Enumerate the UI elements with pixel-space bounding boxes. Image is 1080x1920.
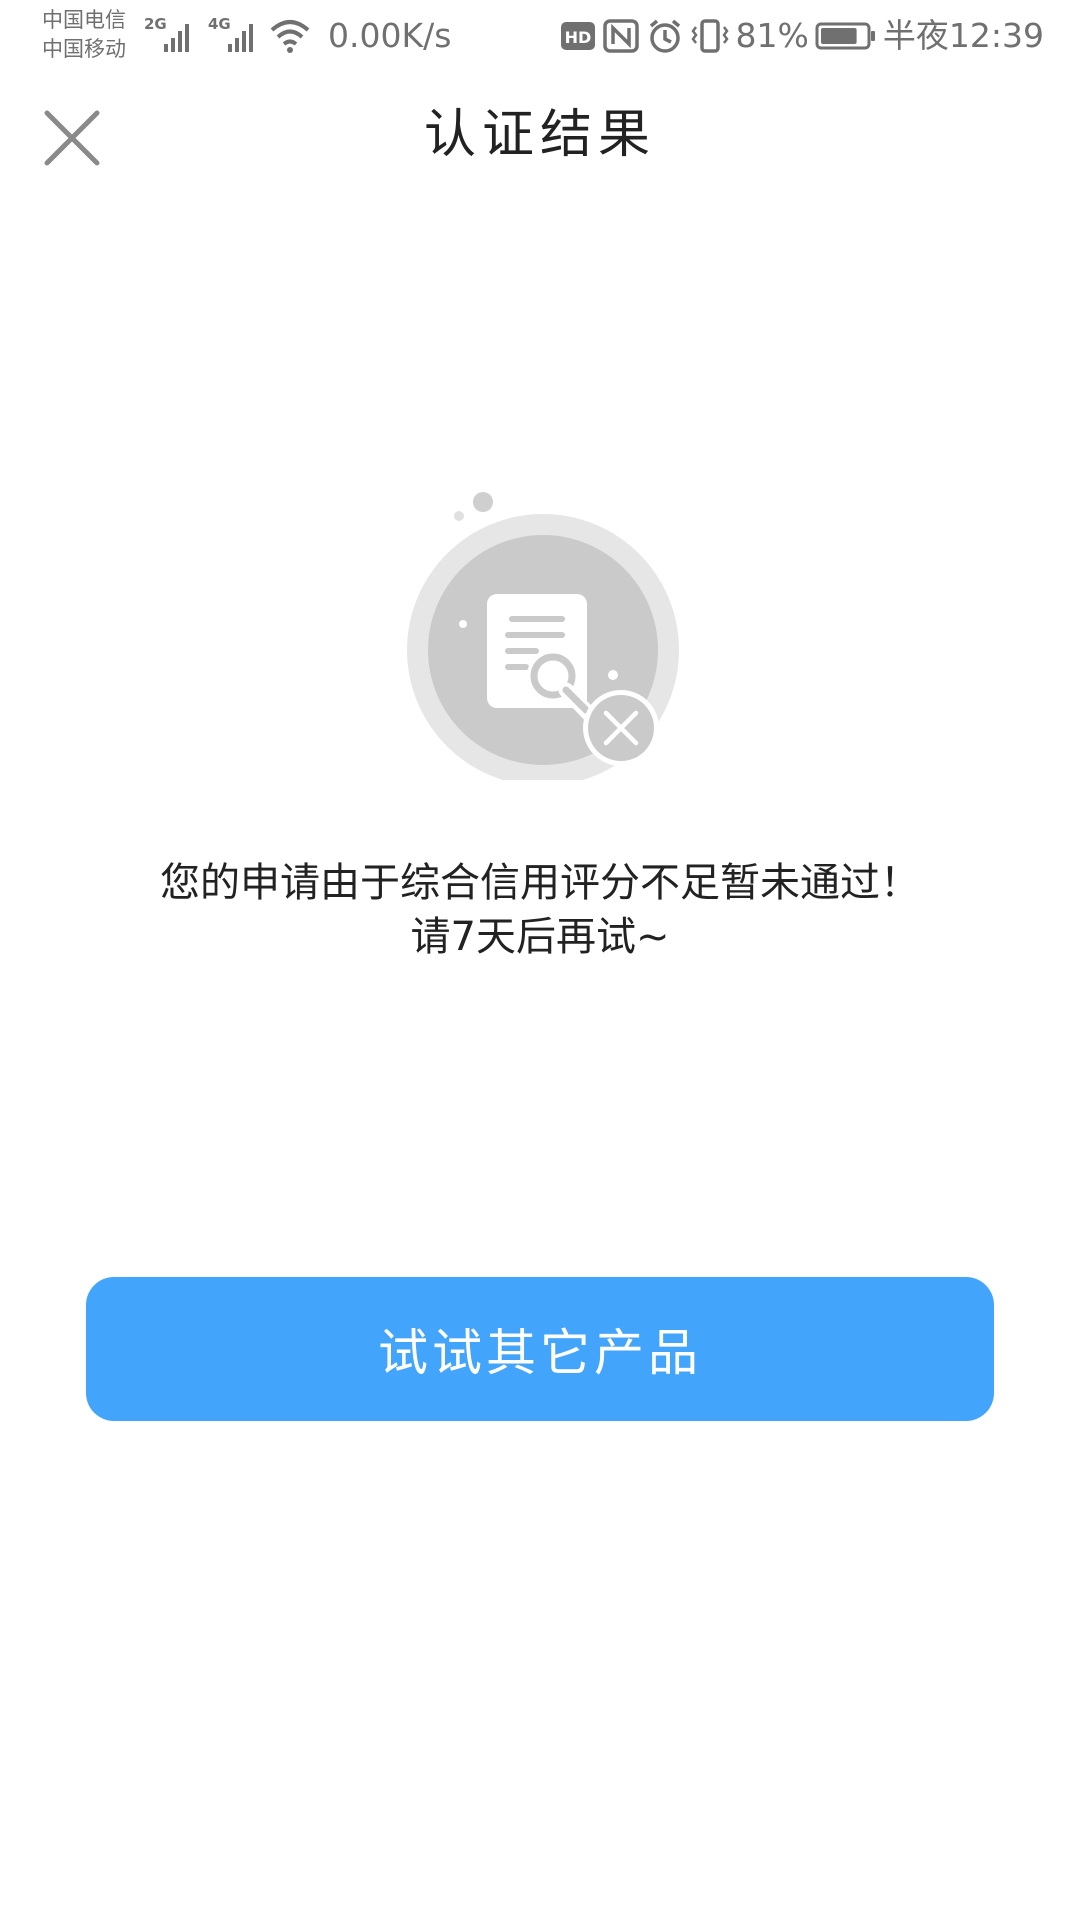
clock: 半夜12:39 [882, 16, 1044, 55]
carrier-1: 中国电信 [42, 8, 126, 32]
nfc-icon [602, 19, 639, 53]
alarm-icon [649, 19, 680, 53]
nav-bar: 认证结果 [0, 74, 1080, 198]
signal-icon: 2G 4G [144, 15, 310, 53]
document-search-failed-icon [407, 492, 679, 780]
hd-badge: HD [564, 28, 591, 47]
auth-result-screen: 中国电信 中国移动 2G 4G 0.00K/s HD 81% 半夜12:39 认… [0, 0, 1080, 1920]
message-line-1: 您的申请由于综合信用评分不足暂未通过！ [160, 860, 920, 906]
net-speed: 0.00K/s [328, 16, 452, 55]
message-line-2: 请7天后再试~ [410, 914, 670, 960]
status-bar: 中国电信 中国移动 2G 4G 0.00K/s HD 81% 半夜12:39 [0, 0, 1080, 74]
carrier-2: 中国移动 [42, 37, 126, 61]
try-other-products-button[interactable]: 试试其它产品 [86, 1277, 994, 1421]
network-type-1: 2G [144, 15, 167, 33]
wifi-icon [270, 20, 310, 53]
battery-icon [815, 22, 875, 50]
network-type-2: 4G [208, 15, 231, 33]
status-indicators: HD 81% 半夜12:39 [560, 14, 1044, 58]
page-title: 认证结果 [423, 105, 656, 165]
vibrate-icon [690, 19, 729, 53]
carrier-names: 中国电信 中国移动 [42, 6, 126, 64]
hd-icon: HD [560, 22, 595, 50]
battery-percent: 81% [735, 16, 809, 55]
result-message: 您的申请由于综合信用评分不足暂未通过！ 请7天后再试~ [60, 856, 1020, 964]
